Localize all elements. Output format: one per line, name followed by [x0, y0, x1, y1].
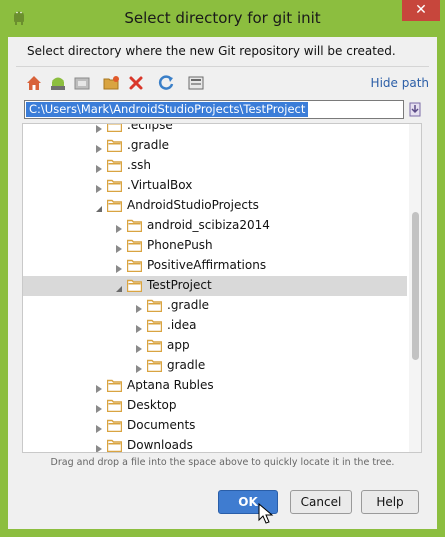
tree-row[interactable]: .gradle	[23, 296, 407, 316]
tree-row-label: gradle	[167, 358, 206, 372]
collapsed-arrow-icon[interactable]	[115, 222, 123, 233]
folder-icon	[146, 359, 163, 373]
path-input-value: C:\Users\Mark\AndroidStudioProjects\Test…	[26, 102, 309, 117]
tree-row[interactable]: .ssh	[23, 156, 407, 176]
folder-icon	[106, 179, 123, 193]
collapsed-arrow-icon[interactable]	[115, 242, 123, 253]
hide-path-link[interactable]: Hide path	[371, 76, 429, 90]
show-hidden-icon[interactable]	[186, 73, 206, 93]
tree-row[interactable]: PhonePush	[23, 236, 407, 256]
tree-row[interactable]: .VirtualBox	[23, 176, 407, 196]
tree-row[interactable]: Aptana Rubles	[23, 376, 407, 396]
folder-icon	[106, 419, 123, 433]
tree-row-label: AndroidStudioProjects	[127, 198, 259, 212]
folder-icon	[126, 219, 143, 233]
tree-row-label: .VirtualBox	[127, 178, 193, 192]
tree-row-label: app	[167, 338, 190, 352]
mouse-cursor-icon	[258, 502, 274, 525]
cancel-button[interactable]: Cancel	[290, 490, 352, 514]
tree-row[interactable]: .idea	[23, 316, 407, 336]
project-folder-icon[interactable]	[72, 73, 92, 93]
collapsed-arrow-icon[interactable]	[135, 322, 143, 333]
collapsed-arrow-icon[interactable]	[135, 342, 143, 353]
folder-icon	[106, 159, 123, 173]
folder-icon	[106, 124, 123, 133]
tree-row-label: .gradle	[167, 298, 210, 312]
new-folder-icon[interactable]	[102, 73, 122, 93]
tree-row-label: Documents	[127, 418, 196, 432]
collapsed-arrow-icon[interactable]	[95, 162, 103, 173]
drag-drop-hint: Drag and drop a file into the space abov…	[50, 457, 395, 468]
expanded-arrow-icon[interactable]	[95, 202, 103, 212]
tree-row-label: Downloads	[127, 438, 193, 452]
tree-row-label: Aptana Rubles	[127, 378, 214, 392]
folder-icon	[126, 259, 143, 273]
collapsed-arrow-icon[interactable]	[95, 142, 103, 153]
title-bar[interactable]: Select directory for git init ✕	[0, 0, 445, 37]
close-button[interactable]: ✕	[402, 0, 440, 21]
toolbar	[24, 71, 224, 95]
tree-row[interactable]: TestProject	[23, 276, 407, 296]
tree-row-label: android_scibiza2014	[147, 218, 270, 232]
collapsed-arrow-icon[interactable]	[115, 262, 123, 273]
folder-icon	[106, 139, 123, 153]
tree-row-label: Desktop	[127, 398, 177, 412]
tree-row[interactable]: gradle	[23, 356, 407, 376]
scrollbar-thumb[interactable]	[412, 212, 419, 360]
tree-row[interactable]: Downloads	[23, 436, 407, 452]
dialog-content: Select directory where the new Git repos…	[8, 37, 437, 529]
tree-row-label: .gradle	[127, 138, 170, 152]
folder-icon	[146, 299, 163, 313]
collapsed-arrow-icon[interactable]	[95, 442, 103, 452]
path-input[interactable]: C:\Users\Mark\AndroidStudioProjects\Test…	[24, 100, 404, 119]
home-icon[interactable]	[24, 73, 44, 93]
path-history-icon[interactable]	[408, 101, 422, 118]
close-icon: ✕	[415, 2, 427, 18]
collapsed-arrow-icon[interactable]	[95, 422, 103, 433]
android-module-icon[interactable]	[48, 73, 68, 93]
folder-icon	[106, 379, 123, 393]
tree-row-label: PositiveAffirmations	[147, 258, 267, 272]
tree-row[interactable]: Desktop	[23, 396, 407, 416]
tree-row-label: TestProject	[147, 278, 212, 292]
refresh-icon[interactable]	[156, 73, 176, 93]
folder-icon	[126, 279, 143, 293]
folder-icon	[106, 439, 123, 452]
tree-row[interactable]: app	[23, 336, 407, 356]
tree-row[interactable]: android_scibiza2014	[23, 216, 407, 236]
tree-row[interactable]: PositiveAffirmations	[23, 256, 407, 276]
divider	[16, 66, 429, 67]
folder-icon	[146, 339, 163, 353]
tree-row[interactable]: Documents	[23, 416, 407, 436]
tree-row[interactable]: .eclipse	[23, 123, 407, 136]
help-button[interactable]: Help	[361, 490, 419, 514]
tree-scrollbar[interactable]	[409, 124, 421, 452]
tree-row-label: PhonePush	[147, 238, 213, 252]
directory-tree[interactable]: .eclipse .gradle .ssh .VirtualBox AndroidStu…	[22, 123, 422, 453]
folder-icon	[146, 319, 163, 333]
tree-row-label: .ssh	[127, 158, 151, 172]
collapsed-arrow-icon[interactable]	[135, 302, 143, 313]
dialog-window: Select directory for git init ✕ Select d…	[0, 0, 445, 537]
delete-icon[interactable]	[126, 73, 146, 93]
collapsed-arrow-icon[interactable]	[135, 362, 143, 373]
collapsed-arrow-icon[interactable]	[95, 182, 103, 193]
collapsed-arrow-icon[interactable]	[95, 382, 103, 393]
window-title: Select directory for git init	[124, 9, 321, 27]
folder-icon	[106, 199, 123, 213]
tree-row-label: .idea	[167, 318, 197, 332]
folder-icon	[126, 239, 143, 253]
tree-row-label: .eclipse	[127, 123, 173, 132]
description-text: Select directory where the new Git repos…	[27, 44, 396, 58]
tree-row[interactable]: .gradle	[23, 136, 407, 156]
expanded-arrow-icon[interactable]	[115, 282, 123, 292]
folder-icon	[106, 399, 123, 413]
tree-row[interactable]: AndroidStudioProjects	[23, 196, 407, 216]
collapsed-arrow-icon[interactable]	[95, 124, 103, 133]
collapsed-arrow-icon[interactable]	[95, 402, 103, 413]
